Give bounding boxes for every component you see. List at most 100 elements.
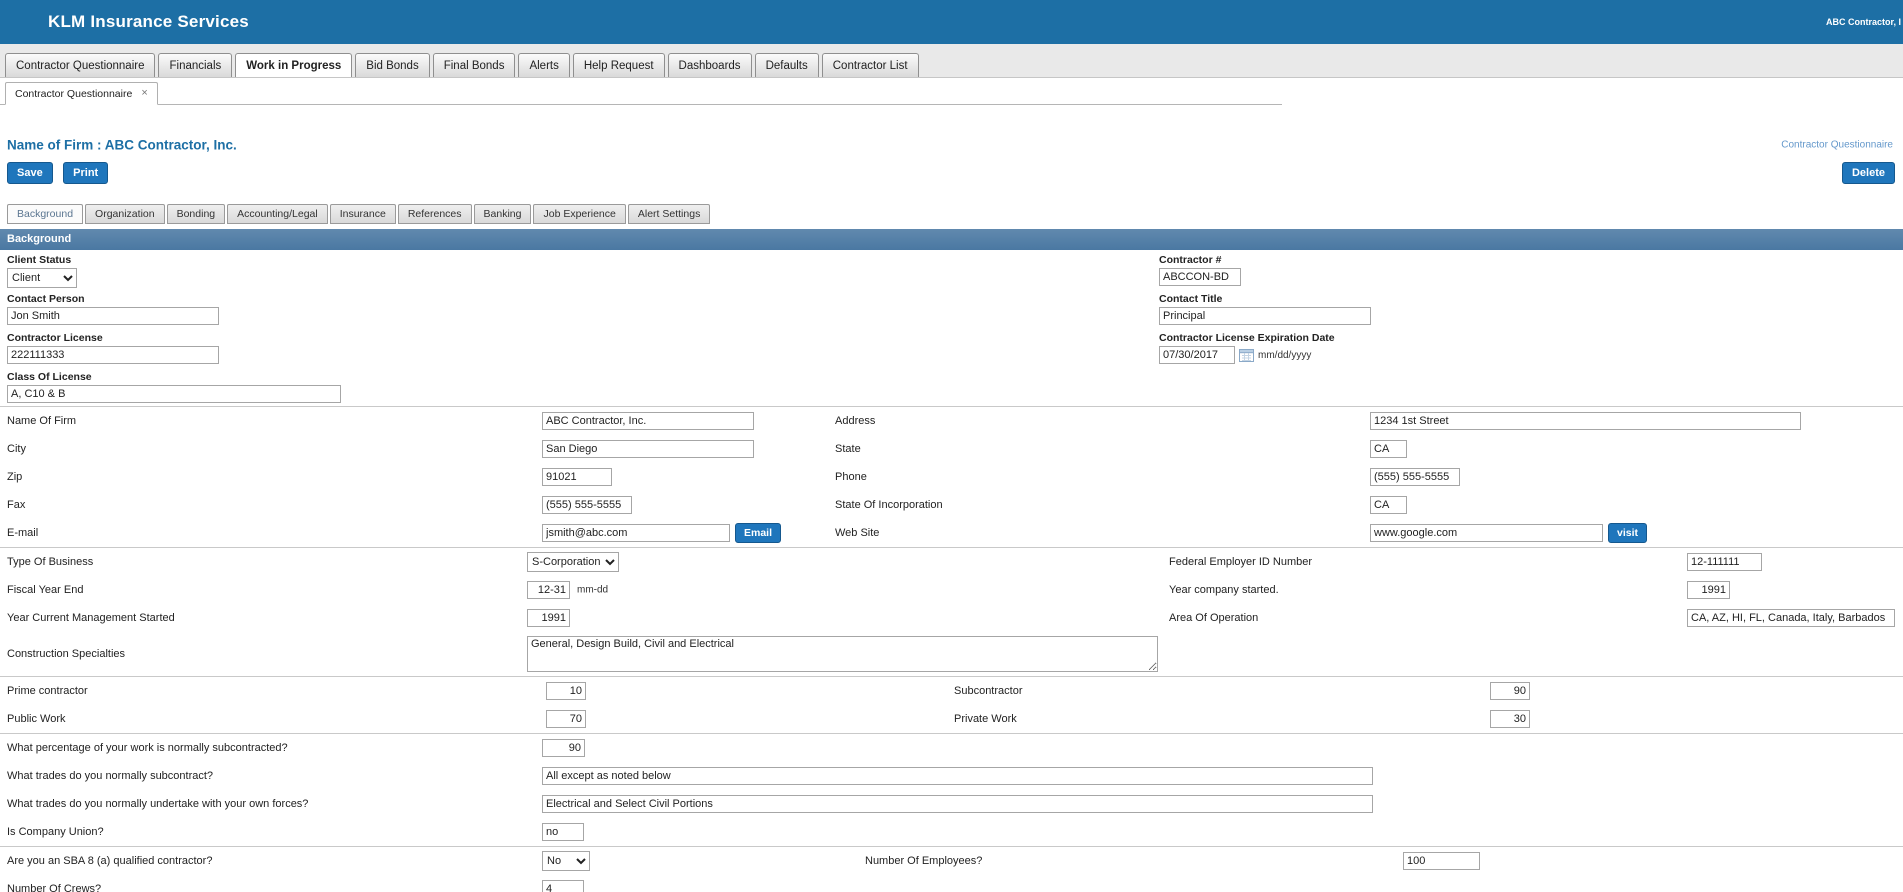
tab-accounting-legal[interactable]: Accounting/Legal [227, 204, 328, 224]
subcontractor-input[interactable] [1490, 682, 1530, 700]
page-title-row: Name of Firm : ABC Contractor, Inc. Cont… [0, 133, 1903, 157]
private-work-label: Private Work [954, 713, 1017, 725]
web-site-input[interactable] [1370, 524, 1603, 542]
construction-specialties-label: Construction Specialties [7, 648, 125, 660]
nav-tab-help-request[interactable]: Help Request [573, 53, 665, 77]
number-of-employees-input[interactable] [1403, 852, 1480, 870]
state-of-incorporation-input[interactable] [1370, 496, 1407, 514]
row-client-status: Client Status Client Contractor # [0, 250, 1903, 289]
date-format-hint: mm/dd/yyyy [1258, 350, 1311, 361]
row-prime-sub: Prime contractor Subcontractor [0, 677, 1903, 705]
main-nav: Contractor Questionnaire Financials Work… [0, 44, 1903, 78]
visit-button[interactable]: visit [1608, 523, 1647, 543]
trades-subcontracted-label: What trades do you normally subcontract? [7, 770, 213, 782]
class-of-license-group: Class Of License [7, 371, 341, 403]
email-input[interactable] [542, 524, 730, 542]
calendar-icon[interactable] [1239, 348, 1254, 362]
contact-title-group: Contact Title [1159, 293, 1371, 325]
prime-contractor-label: Prime contractor [7, 685, 88, 697]
class-of-license-input[interactable] [7, 385, 341, 403]
address-label: Address [835, 415, 875, 427]
name-of-firm-input[interactable] [542, 412, 754, 430]
construction-specialties-textarea[interactable]: General, Design Build, Civil and Electri… [527, 636, 1158, 672]
pct-subcontracted-input[interactable] [542, 739, 585, 757]
public-work-input[interactable] [546, 710, 586, 728]
city-input[interactable] [542, 440, 754, 458]
contractor-number-input[interactable] [1159, 268, 1241, 286]
contact-person-input[interactable] [7, 307, 219, 325]
nav-tab-bid-bonds[interactable]: Bid Bonds [355, 53, 429, 77]
row-company-union: Is Company Union? [0, 818, 1903, 846]
row-business-federal-id: Type Of Business S-Corporation Federal E… [0, 548, 1903, 576]
nav-tab-defaults[interactable]: Defaults [755, 53, 819, 77]
contractor-license-label: Contractor License [7, 332, 219, 344]
email-label: E-mail [7, 527, 38, 539]
tab-alert-settings[interactable]: Alert Settings [628, 204, 710, 224]
client-status-select[interactable]: Client [7, 268, 77, 288]
close-tab-icon[interactable]: × [141, 88, 147, 99]
license-expiration-input[interactable] [1159, 346, 1235, 364]
tab-bonding[interactable]: Bonding [167, 204, 226, 224]
year-company-started-input[interactable] [1687, 581, 1730, 599]
nav-tab-contractor-list[interactable]: Contractor List [822, 53, 919, 77]
tab-job-experience[interactable]: Job Experience [533, 204, 625, 224]
number-of-employees-label: Number Of Employees? [865, 855, 982, 867]
row-contractor-license: Contractor License Contractor License Ex… [0, 328, 1903, 367]
federal-employer-id-input[interactable] [1687, 553, 1762, 571]
nav-tab-dashboards[interactable]: Dashboards [668, 53, 752, 77]
delete-button[interactable]: Delete [1842, 162, 1895, 184]
month-day-format-hint: mm-dd [577, 585, 608, 596]
phone-label: Phone [835, 471, 867, 483]
nav-tab-contractor-questionnaire[interactable]: Contractor Questionnaire [5, 53, 155, 77]
tab-banking[interactable]: Banking [474, 204, 532, 224]
row-sba-employees: Are you an SBA 8 (a) qualified contracto… [0, 847, 1903, 875]
row-contact-person: Contact Person Contact Title [0, 289, 1903, 328]
tab-organization[interactable]: Organization [85, 204, 165, 224]
sba-qualified-select[interactable]: No [542, 851, 590, 871]
company-union-input[interactable] [542, 823, 584, 841]
zip-input[interactable] [542, 468, 612, 486]
section-header-background: Background [0, 229, 1903, 250]
client-status-label: Client Status [7, 254, 77, 266]
phone-input[interactable] [1370, 468, 1460, 486]
trades-own-forces-input[interactable] [542, 795, 1373, 813]
company-union-label: Is Company Union? [7, 826, 104, 838]
state-input[interactable] [1370, 440, 1407, 458]
area-of-operation-input[interactable] [1687, 609, 1895, 627]
fax-input[interactable] [542, 496, 632, 514]
state-label: State [835, 443, 861, 455]
trades-subcontracted-input[interactable] [542, 767, 1373, 785]
address-input[interactable] [1370, 412, 1801, 430]
contractor-questionnaire-link[interactable]: Contractor Questionnaire [1781, 140, 1893, 151]
subcontractor-label: Subcontractor [954, 685, 1022, 697]
nav-tab-alerts[interactable]: Alerts [518, 53, 569, 77]
row-mgmt-area: Year Current Management Started Area Of … [0, 604, 1903, 632]
row-firm-address: Name Of Firm Address [0, 407, 1903, 435]
row-zip-phone: Zip Phone [0, 463, 1903, 491]
tab-insurance[interactable]: Insurance [330, 204, 396, 224]
state-of-incorporation-label: State Of Incorporation [835, 499, 943, 511]
public-work-label: Public Work [7, 713, 65, 725]
prime-contractor-input[interactable] [546, 682, 586, 700]
row-city-state: City State [0, 435, 1903, 463]
contact-title-input[interactable] [1159, 307, 1371, 325]
fiscal-year-end-input[interactable] [527, 581, 570, 599]
sba-qualified-label: Are you an SBA 8 (a) qualified contracto… [7, 855, 212, 867]
row-fax-incorporation: Fax State Of Incorporation [0, 491, 1903, 519]
tab-references[interactable]: References [398, 204, 472, 224]
nav-tab-work-in-progress[interactable]: Work in Progress [235, 53, 352, 77]
type-of-business-select[interactable]: S-Corporation [527, 552, 619, 572]
private-work-input[interactable] [1490, 710, 1530, 728]
nav-tab-final-bonds[interactable]: Final Bonds [433, 53, 516, 77]
row-construction-specialties: Construction Specialties General, Design… [0, 632, 1903, 676]
email-button[interactable]: Email [735, 523, 781, 543]
contractor-license-input[interactable] [7, 346, 219, 364]
open-tab-contractor-questionnaire[interactable]: Contractor Questionnaire × [5, 82, 158, 105]
save-button[interactable]: Save [7, 162, 53, 184]
print-button[interactable]: Print [63, 162, 108, 184]
zip-label: Zip [7, 471, 22, 483]
nav-tab-financials[interactable]: Financials [158, 53, 232, 77]
number-of-crews-input[interactable] [542, 880, 584, 892]
year-mgmt-started-input[interactable] [527, 609, 570, 627]
tab-background[interactable]: Background [7, 204, 83, 224]
